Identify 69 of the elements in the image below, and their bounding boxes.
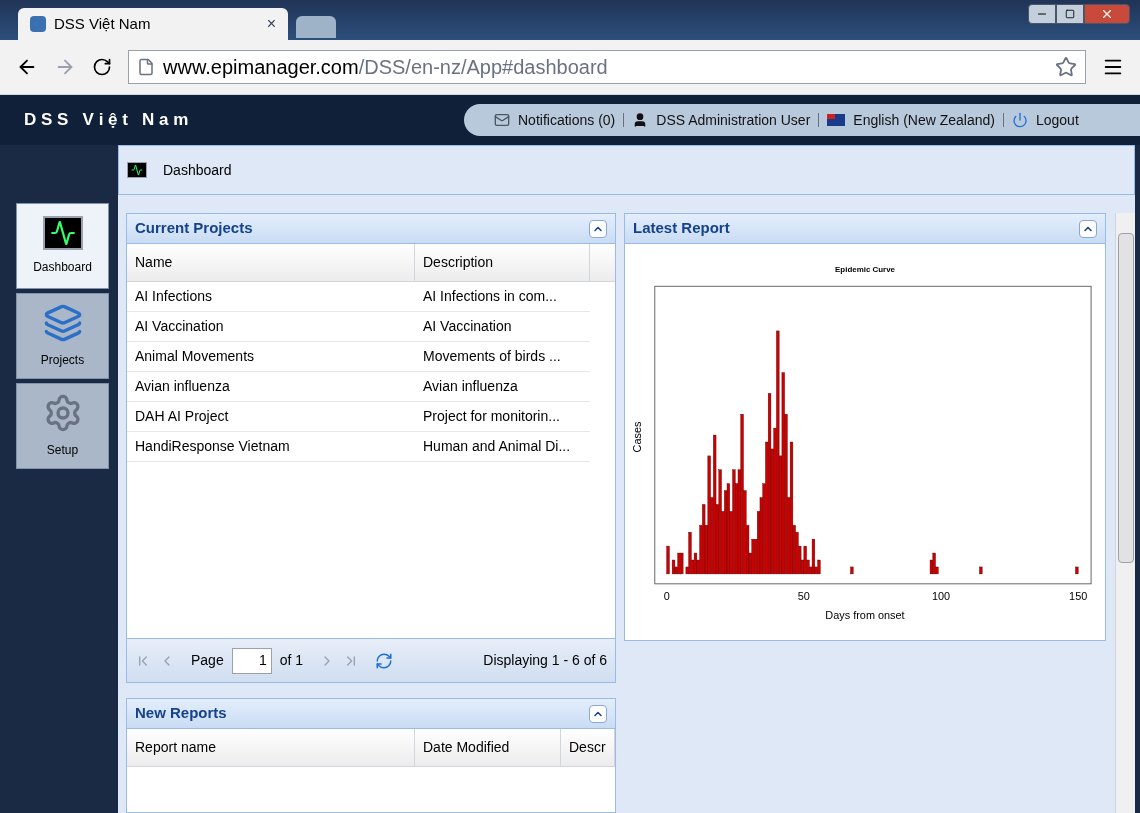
table-cell-text: Project for monitorin... (422, 407, 561, 426)
reload-icon[interactable] (92, 57, 112, 77)
collapse-button[interactable] (1079, 219, 1097, 238)
flag-icon (827, 114, 846, 126)
x-axis-label: Days from onset (825, 609, 905, 622)
column-header[interactable]: Report name (127, 729, 415, 766)
table-cell-text: HandiResponse Vietnam (134, 437, 291, 456)
refresh-icon[interactable] (375, 651, 394, 670)
page-count: of 1 (279, 651, 304, 670)
table-cell-text: Human and Animal Di... (422, 437, 572, 456)
minimize-button[interactable] (1028, 4, 1056, 24)
chart-title: Epidemic Curve (835, 265, 895, 275)
column-header[interactable]: Descr (561, 729, 615, 766)
x-tick-label: 100 (931, 589, 951, 602)
monitor-icon (127, 162, 147, 178)
table-cell-text: AI Infections (134, 287, 214, 306)
browser-tab[interactable]: DSS Việt Nam × (18, 8, 288, 40)
tab-title: DSS Việt Nam (54, 13, 152, 34)
maximize-button[interactable] (1056, 4, 1084, 24)
table-cell-text: DAH AI Project (134, 407, 230, 426)
scroll-thumb[interactable] (1117, 233, 1134, 563)
close-icon (1100, 7, 1114, 21)
table-cell-text: Avian influenza (134, 377, 231, 396)
star-icon[interactable] (1055, 56, 1077, 78)
url-text: www.epimanager.com/DSS/en-nz/App#dashboard (163, 55, 609, 80)
table-cell-text: Movements of birds ... (422, 347, 562, 366)
table-cell-text: Avian influenza (422, 377, 519, 396)
windows-icon (42, 303, 83, 343)
mail-icon (494, 112, 510, 128)
y-axis-label: Cases (630, 421, 643, 453)
table-cell-text: AI Vaccination (422, 317, 513, 336)
histogram-bar (979, 566, 983, 575)
displaying-text: Displaying 1 - 6 of 6 (483, 651, 607, 670)
table-cell-text: AI Infections in com... (422, 287, 558, 306)
table-cell-text: Animal Movements (134, 347, 256, 366)
logout-link[interactable]: Logout (1035, 109, 1079, 131)
column-header[interactable]: Date Modified (415, 729, 561, 766)
column-header[interactable]: Description (415, 244, 590, 281)
page-field[interactable]: 1 (231, 647, 272, 674)
monitor-icon (42, 216, 83, 250)
tab-favicon (30, 16, 46, 32)
panel-title: Current Projects (135, 218, 253, 239)
panel-title: Latest Report (633, 218, 730, 239)
histogram-bar (850, 566, 854, 575)
page-label: Page (191, 651, 224, 670)
x-tick-label: 150 (1069, 589, 1088, 602)
language-dropdown[interactable]: English (New Zealand) (853, 109, 995, 131)
tab-close[interactable]: × (266, 12, 276, 36)
user-link[interactable]: DSS Administration User (656, 109, 811, 131)
x-tick-label: 50 (797, 589, 810, 602)
x-tick-label: 0 (663, 589, 670, 602)
histogram-bar (1075, 566, 1079, 575)
panel-title: New Reports (135, 703, 227, 724)
nav-item[interactable]: Projects (16, 293, 109, 379)
address-bar[interactable]: www.epimanager.com/DSS/en-nz/App#dashboard (128, 50, 1086, 84)
close-button[interactable] (1084, 4, 1130, 24)
table-cell-text: AI Vaccination (134, 317, 225, 336)
page-icon (137, 58, 155, 76)
maximize-icon (1065, 9, 1075, 19)
breadcrumb-text: Dashboard (163, 160, 232, 180)
logout-icon (1011, 112, 1028, 128)
collapse-button[interactable] (589, 219, 607, 238)
collapse-button[interactable] (589, 704, 607, 723)
app-title: D S S V i ệ t N a m (24, 109, 190, 132)
scrollbar[interactable] (1115, 213, 1135, 813)
column-header[interactable]: Name (127, 244, 415, 281)
nav-item[interactable]: Setup (16, 383, 109, 469)
notifications-link[interactable]: Notifications (0) (518, 109, 616, 131)
nav-item[interactable]: Dashboard (16, 203, 109, 289)
